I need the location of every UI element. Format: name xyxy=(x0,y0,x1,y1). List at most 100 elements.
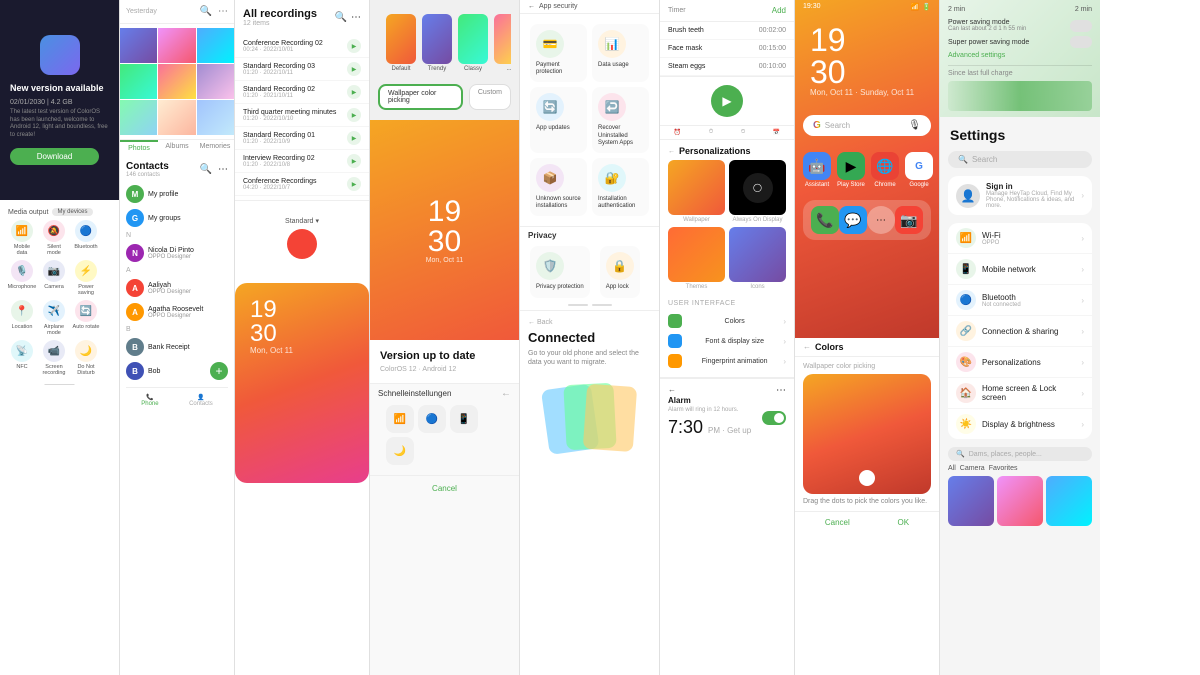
nav-timer[interactable]: ⏱ xyxy=(709,129,714,136)
colors-back-icon[interactable]: ← xyxy=(803,342,811,351)
setting-personalization[interactable]: 🎨 Personalizations › xyxy=(948,347,1092,378)
contact-aaliyah[interactable]: A Aaliyah OPPO Designer xyxy=(126,276,228,300)
task-mask[interactable]: Face mask 00:15:00 xyxy=(660,40,794,58)
cancel-label[interactable]: Cancel xyxy=(432,484,457,493)
qs-camera[interactable]: 📷 Camera xyxy=(40,260,68,296)
recording-item[interactable]: Standard Recording 02 01:20 · 2021/10/11… xyxy=(235,81,369,104)
security-unknown[interactable]: 📦 Unknown source installations xyxy=(530,158,587,216)
advanced-settings-link[interactable]: Advanced settings xyxy=(948,50,1092,61)
dock-apps-icon[interactable]: ⋯ xyxy=(867,206,895,234)
back-icon[interactable]: ← xyxy=(528,3,535,10)
power-save-toggle[interactable] xyxy=(1070,20,1092,32)
qs-power-save[interactable]: ⚡ Power saving xyxy=(72,260,100,296)
security-payment[interactable]: 💳 Payment protection xyxy=(530,24,587,82)
recording-item[interactable]: Third quarter meeting minutes 01:20 · 20… xyxy=(235,104,369,127)
setting-bluetooth[interactable]: 🔵 Bluetooth Not connected › xyxy=(948,285,1092,316)
qs-mic[interactable]: 🎙️ Microphone xyxy=(8,260,36,296)
places-search[interactable]: 🔍 Dams, places, people... xyxy=(948,447,1092,461)
contacts-more-icon[interactable]: ⋯ xyxy=(218,164,228,175)
app-play-store[interactable]: ▶ Play Store xyxy=(837,152,865,188)
alarm-more-icon[interactable]: ⋯ xyxy=(776,385,786,396)
search-icon[interactable]: 🔍 xyxy=(200,6,212,17)
more-icon[interactable]: ⋯ xyxy=(218,6,228,17)
setting-connection[interactable]: 🔗 Connection & sharing › xyxy=(948,316,1092,347)
recordings-more-icon[interactable]: ⋯ xyxy=(351,12,361,23)
photo-2[interactable] xyxy=(158,28,195,63)
qs-rotate[interactable]: 🔄 Auto rotate xyxy=(72,300,100,336)
strip-photo-3[interactable] xyxy=(1046,476,1092,526)
wp-cell-3[interactable]: Themes xyxy=(668,227,725,290)
dock-messages-icon[interactable]: 💬 xyxy=(839,206,867,234)
contact-my-profile[interactable]: M My profile xyxy=(126,182,228,206)
rec-play-4[interactable]: ▶ xyxy=(347,108,361,122)
app-google[interactable]: G Google xyxy=(905,152,933,188)
setting-mobile[interactable]: 📱 Mobile network › xyxy=(948,254,1092,285)
download-button[interactable]: Download xyxy=(10,148,99,165)
rec-play-5[interactable]: ▶ xyxy=(347,131,361,145)
task-brush[interactable]: Brush teeth 00:02:00 xyxy=(660,22,794,40)
alarm-back-icon[interactable]: ← xyxy=(668,385,676,396)
nav-phone[interactable]: 📞Phone xyxy=(141,394,158,407)
nav-contacts[interactable]: 👤Contacts xyxy=(189,394,213,407)
schnell-back-icon[interactable]: ← xyxy=(501,388,511,399)
photo-8[interactable] xyxy=(158,100,195,135)
add-contact-button[interactable]: + xyxy=(210,362,228,380)
dock-camera-icon[interactable]: 📷 xyxy=(895,206,923,234)
toggle-data[interactable]: 📱 xyxy=(450,405,478,433)
contact-bob[interactable]: B Bob + xyxy=(126,359,228,383)
tab-all[interactable]: All xyxy=(948,465,956,472)
google-mic-icon[interactable]: 🎙 xyxy=(908,120,921,131)
rec-play-1[interactable]: ▶ xyxy=(347,39,361,53)
wp-cell-2[interactable]: ◯ Always On Display xyxy=(729,160,786,223)
tab-camera[interactable]: Camera xyxy=(960,465,985,472)
ui-colors[interactable]: Colors › xyxy=(668,311,786,331)
color-picker-dot[interactable] xyxy=(859,470,875,486)
rec-play-7[interactable]: ▶ xyxy=(347,177,361,191)
toggle-dnd[interactable]: 🌙 xyxy=(386,437,414,465)
recording-item[interactable]: Conference Recording 02 00:24 · 2022/10/… xyxy=(235,35,369,58)
strip-photo-2[interactable] xyxy=(997,476,1043,526)
photo-7[interactable] xyxy=(120,100,157,135)
qs-mobile-data[interactable]: 📶 Mobile data xyxy=(8,220,36,256)
theme-default[interactable]: Default xyxy=(386,14,416,72)
security-recover[interactable]: ↩️ Recover Uninstalled System Apps xyxy=(592,87,649,153)
alarm-toggle[interactable] xyxy=(762,411,786,425)
contact-bank[interactable]: B Bank Receipt xyxy=(126,335,228,359)
color-ok-button[interactable]: OK xyxy=(898,518,910,527)
custom-option[interactable]: Custom xyxy=(469,84,511,110)
task-eggs[interactable]: Steam eggs 00:10:00 xyxy=(660,58,794,76)
ui-font[interactable]: Font & display size › xyxy=(668,331,786,351)
sign-in-section[interactable]: 👤 Sign in Manage HeyTap Cloud, Find My P… xyxy=(948,176,1092,215)
nav-alarm[interactable]: ⏰ xyxy=(674,129,681,136)
contacts-search-icon[interactable]: 🔍 xyxy=(200,164,212,175)
rec-play-3[interactable]: ▶ xyxy=(347,85,361,99)
record-button[interactable] xyxy=(287,229,317,259)
recording-item[interactable]: Conference Recordings 04:20 · 2022/10/7 … xyxy=(235,173,369,196)
recording-item[interactable]: Standard Recording 03 01:20 · 2022/10/11… xyxy=(235,58,369,81)
nav-countdown[interactable]: 📅 xyxy=(773,129,780,136)
recordings-search-icon[interactable]: 🔍 xyxy=(335,12,347,23)
dock-phone-icon[interactable]: 📞 xyxy=(811,206,839,234)
toggle-wifi[interactable]: 📶 xyxy=(386,405,414,433)
tab-albums[interactable]: Albums xyxy=(158,140,196,155)
toggle-bt[interactable]: 🔵 xyxy=(418,405,446,433)
color-cancel-button[interactable]: Cancel xyxy=(825,518,850,527)
my-devices-label[interactable]: My devices xyxy=(52,208,92,216)
qs-nfc[interactable]: 📡 NFC xyxy=(8,340,36,376)
ui-fingerprint[interactable]: Fingerprint animation › xyxy=(668,351,786,371)
setting-wifi[interactable]: 📶 Wi-Fi OPPO › xyxy=(948,223,1092,254)
photo-1[interactable] xyxy=(120,28,157,63)
wallpaper-color-picking-option[interactable]: Wallpaper color picking xyxy=(378,84,463,110)
theme-trendy[interactable]: Trendy xyxy=(422,14,452,72)
wp-cell-4[interactable]: Icons xyxy=(729,227,786,290)
qs-silent[interactable]: 🔕 Silent mode xyxy=(40,220,68,256)
add-timer-button[interactable]: Add xyxy=(772,6,786,15)
super-power-toggle[interactable] xyxy=(1070,36,1092,48)
app-chrome[interactable]: 🌐 Chrome xyxy=(871,152,899,188)
rec-play-6[interactable]: ▶ xyxy=(347,154,361,168)
setting-home-screen[interactable]: 🏠 Home screen & Lock screen › xyxy=(948,378,1092,409)
rec-play-2[interactable]: ▶ xyxy=(347,62,361,76)
setting-display[interactable]: ☀️ Display & brightness › xyxy=(948,409,1092,439)
contact-nicola[interactable]: N Nicola Di Pinto OPPO Designer xyxy=(126,241,228,265)
timer-play-button[interactable]: ▶ xyxy=(711,85,743,117)
